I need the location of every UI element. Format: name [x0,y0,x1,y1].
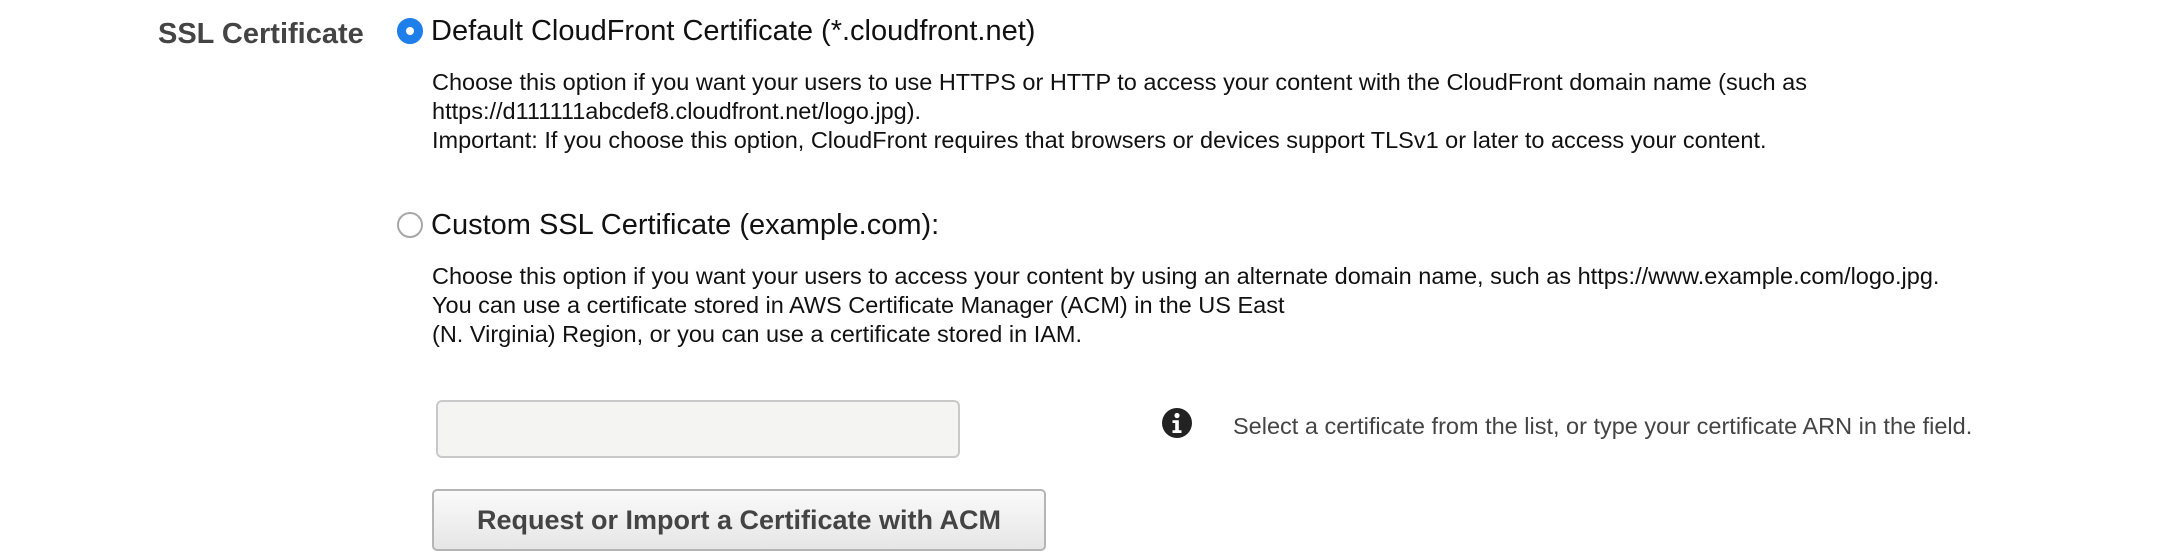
certificate-input[interactable] [436,400,960,458]
request-import-certificate-button[interactable]: Request or Import a Certificate with ACM [432,489,1046,551]
default-certificate-option-label[interactable]: Default CloudFront Certificate (*.cloudf… [431,15,1035,48]
default-certificate-radio[interactable] [397,18,423,44]
certificate-hint-text: Select a certificate from the list, or t… [1233,413,1973,439]
custom-certificate-radio[interactable] [397,212,423,238]
description-line: Important: If you choose this option, Cl… [432,127,1767,153]
custom-certificate-option-label[interactable]: Custom SSL Certificate (example.com): [431,209,939,242]
description-line: You can use a certificate stored in AWS … [432,292,1285,318]
ssl-certificate-label: SSL Certificate [158,18,364,50]
description-line: Choose this option if you want your user… [432,69,1807,95]
description-line: https://d111111abcdef8.cloudfront.net/lo… [432,98,922,124]
custom-certificate-description: Choose this option if you want your user… [432,262,1939,349]
default-certificate-description: Choose this option if you want your user… [432,68,1807,155]
info-icon [1162,408,1192,438]
description-line: Choose this option if you want your user… [432,263,1940,289]
description-line: (N. Virginia) Region, or you can use a c… [432,321,1083,347]
